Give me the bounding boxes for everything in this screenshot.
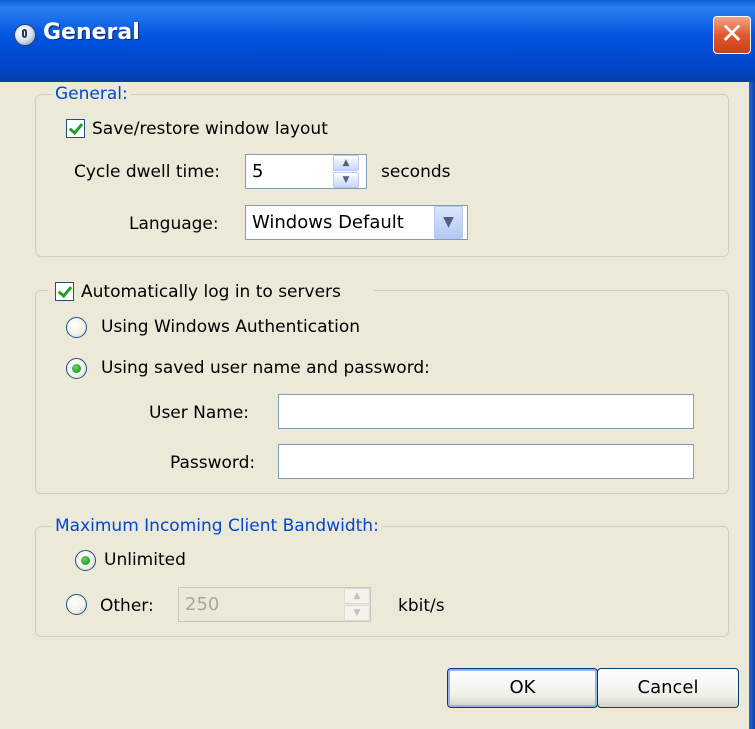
other-radio[interactable]: [66, 594, 87, 615]
general-dialog: General ✕ General: Save/restore window l…: [0, 0, 755, 729]
unlimited-label: Unlimited: [104, 550, 186, 570]
window-frame: [749, 82, 755, 729]
windows-auth-radio[interactable]: [66, 317, 87, 338]
spin-down-icon[interactable]: ▼: [333, 172, 359, 188]
save-restore-label: Save/restore window layout: [92, 119, 328, 139]
auto-login-label: Automatically log in to servers: [81, 282, 341, 302]
username-field[interactable]: [278, 394, 694, 429]
cycle-dwell-label: Cycle dwell time:: [74, 162, 221, 182]
bandwidth-group: Maximum Incoming Client Bandwidth:: [35, 515, 729, 637]
window-title: General: [43, 20, 140, 45]
cancel-button[interactable]: Cancel: [597, 668, 739, 708]
language-label: Language:: [129, 214, 219, 234]
saved-creds-radio[interactable]: [66, 358, 87, 379]
other-bandwidth-unit: kbit/s: [398, 596, 445, 616]
close-button[interactable]: ✕: [713, 16, 751, 54]
chevron-down-icon[interactable]: ▼: [434, 206, 463, 239]
unlimited-radio[interactable]: [75, 550, 96, 571]
dialog-body: General: Save/restore window layout Cycl…: [0, 82, 749, 729]
auto-login-checkbox[interactable]: [55, 282, 74, 301]
spin-up-icon[interactable]: ▲: [344, 588, 370, 604]
title-bar[interactable]: General ✕: [0, 0, 755, 82]
password-label: Password:: [170, 453, 256, 473]
spin-down-icon[interactable]: ▼: [344, 605, 370, 621]
saved-creds-label: Using saved user name and password:: [101, 358, 430, 378]
app-icon: [14, 24, 36, 46]
password-field[interactable]: [278, 444, 694, 479]
other-label: Other:: [100, 596, 154, 616]
save-restore-checkbox[interactable]: [66, 119, 85, 138]
cycle-dwell-unit: seconds: [381, 162, 451, 182]
close-icon: ✕: [720, 17, 744, 50]
spin-up-icon[interactable]: ▲: [333, 155, 359, 171]
cycle-dwell-stepper[interactable]: ▲ ▼: [333, 155, 359, 188]
bandwidth-group-legend: Maximum Incoming Client Bandwidth:: [52, 515, 382, 537]
windows-auth-label: Using Windows Authentication: [101, 317, 361, 337]
general-group-legend: General:: [52, 83, 131, 105]
other-bandwidth-input[interactable]: 250: [178, 587, 371, 622]
username-label: User Name:: [149, 403, 250, 423]
other-bandwidth-stepper[interactable]: ▲ ▼: [344, 588, 370, 621]
ok-button[interactable]: OK: [447, 668, 598, 708]
